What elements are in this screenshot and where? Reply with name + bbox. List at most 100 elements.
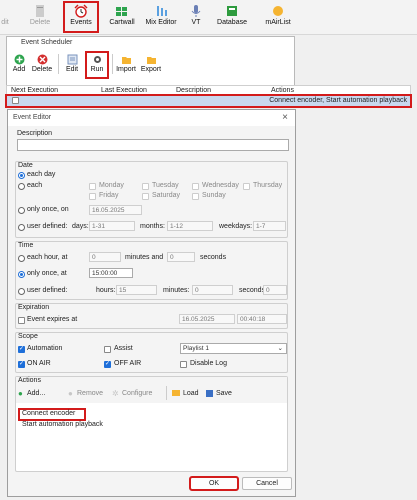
only-once-time-input[interactable]: 15:00:00	[89, 268, 133, 278]
plus-icon: ●	[18, 389, 23, 398]
toolbar-separator	[58, 54, 59, 74]
weekdays-input[interactable]: 1-7	[253, 221, 286, 231]
save-icon	[206, 390, 213, 397]
export-button[interactable]: Export	[139, 52, 163, 78]
alarm-clock-icon	[74, 4, 88, 18]
column-last-execution[interactable]: Last Execution	[101, 87, 147, 94]
edit-button[interactable]: dit	[0, 2, 16, 32]
event-enabled-checkbox[interactable]	[12, 97, 19, 104]
events-button[interactable]: Events	[63, 1, 99, 33]
disable-log-checkbox[interactable]	[180, 361, 187, 368]
user-defined-date-radio[interactable]	[18, 224, 25, 231]
mairlist-button[interactable]: mAirList	[258, 2, 298, 32]
folder-icon	[121, 57, 131, 64]
assist-checkbox[interactable]	[104, 346, 111, 353]
monday-checkbox[interactable]	[89, 183, 96, 190]
each-hour-radio[interactable]	[18, 255, 25, 262]
time-section-label: Time	[18, 242, 34, 249]
vt-button[interactable]: VT	[182, 2, 210, 32]
remove-icon: ●	[68, 389, 73, 398]
mix-editor-icon	[157, 6, 167, 16]
folder-icon	[172, 390, 180, 396]
action-item[interactable]: Start automation playback	[19, 420, 139, 431]
each-day-radio[interactable]	[18, 172, 25, 179]
editor-title-bar: Event Editor ×	[8, 110, 295, 126]
time-section: Time each hour, at 0 minutes and 0 secon…	[15, 241, 288, 300]
event-list-header: Next Execution Last Execution Descriptio…	[6, 85, 411, 95]
hours-input[interactable]: 15	[116, 285, 157, 295]
add-action-button[interactable]: ● Add...	[18, 389, 58, 400]
configure-action-button[interactable]: ✲ Configure	[112, 389, 162, 400]
remove-action-button[interactable]: ● Remove	[68, 389, 108, 400]
date-section: Date each day each Monday Tuesday Wednes…	[15, 161, 288, 238]
only-once-date-radio[interactable]	[18, 207, 25, 214]
scheduler-toolbar: Add Delete Edit Run Import Export	[7, 50, 294, 80]
delete-icon	[36, 5, 44, 17]
automation-checkbox[interactable]	[18, 345, 25, 353]
date-section-label: Date	[18, 162, 33, 169]
months-input[interactable]: 1-12	[167, 221, 213, 231]
folder-icon	[146, 57, 156, 64]
each-hour-seconds-input[interactable]: 0	[167, 252, 195, 262]
description-input[interactable]	[17, 139, 289, 151]
add-event-button[interactable]: Add	[10, 52, 28, 78]
each-weekday-radio[interactable]	[18, 183, 25, 190]
event-expires-checkbox[interactable]	[18, 317, 25, 324]
only-once-time-radio[interactable]	[18, 271, 25, 278]
load-actions-button[interactable]: Load	[172, 389, 202, 400]
minutes-input[interactable]: 0	[192, 285, 233, 295]
delete-icon	[37, 54, 47, 65]
days-input[interactable]: 1-31	[89, 221, 135, 231]
only-once-date-picker[interactable]: 16.05.2025	[89, 205, 142, 215]
save-actions-button[interactable]: Save	[206, 389, 236, 400]
saturday-checkbox[interactable]	[142, 193, 149, 200]
import-button[interactable]: Import	[115, 52, 137, 78]
mix-editor-button[interactable]: Mix Editor	[140, 2, 182, 32]
off-air-checkbox[interactable]	[104, 360, 111, 368]
main-toolbar: dit Delete Events Cartwall Mix Editor VT…	[0, 0, 417, 35]
expiration-date-picker[interactable]: 16.05.2025	[179, 314, 235, 324]
on-air-checkbox[interactable]	[18, 360, 25, 368]
database-icon	[227, 6, 237, 16]
delete-event-button[interactable]: Delete	[29, 52, 55, 78]
gear-icon: ✲	[112, 389, 119, 398]
friday-checkbox[interactable]	[89, 193, 96, 200]
edit-event-button[interactable]: Edit	[62, 52, 82, 78]
column-actions[interactable]: Actions	[271, 87, 294, 94]
cartwall-icon	[116, 7, 127, 16]
tuesday-checkbox[interactable]	[142, 183, 149, 190]
cancel-button[interactable]: Cancel	[242, 477, 292, 490]
event-row[interactable]: Connect encoder, Start automation playba…	[5, 94, 412, 108]
playlist-select[interactable]: Playlist 1 ⌄	[180, 343, 287, 354]
microphone-icon	[191, 5, 201, 17]
gear-icon	[93, 56, 101, 63]
delete-button[interactable]: Delete	[22, 2, 58, 32]
actions-section: Actions ● Add... ● Remove ✲ Configure Lo…	[15, 376, 288, 472]
cartwall-button[interactable]: Cartwall	[104, 2, 140, 32]
toolbar-separator	[112, 54, 113, 74]
run-event-button[interactable]: Run	[85, 51, 109, 79]
column-description[interactable]: Description	[176, 87, 211, 94]
wednesday-checkbox[interactable]	[192, 183, 199, 190]
expiration-time-input[interactable]: 00:40:18	[237, 314, 287, 324]
database-button[interactable]: Database	[214, 2, 250, 32]
ok-button[interactable]: OK	[189, 476, 239, 491]
user-defined-time-radio[interactable]	[18, 288, 25, 295]
edit-icon	[0, 4, 5, 18]
plus-icon	[14, 54, 24, 65]
scheduler-title-bar: Event Scheduler	[7, 37, 294, 49]
each-hour-minutes-input[interactable]: 0	[89, 252, 121, 262]
seconds-input[interactable]: 0	[263, 285, 287, 295]
sunday-checkbox[interactable]	[192, 193, 199, 200]
event-row-actions: Connect encoder, Start automation playba…	[269, 97, 407, 104]
thursday-checkbox[interactable]	[243, 183, 250, 190]
column-next-execution[interactable]: Next Execution	[11, 87, 58, 94]
chevron-down-icon: ⌄	[277, 345, 283, 352]
description-label: Description	[17, 130, 53, 137]
expiration-section: Expiration Event expires at 16.05.2025 0…	[15, 303, 288, 329]
close-icon[interactable]: ×	[282, 112, 288, 123]
action-item[interactable]: Connect encoder	[18, 408, 86, 421]
scope-section: Scope Automation Assist Playlist 1 ⌄ ON …	[15, 332, 288, 373]
event-editor-dialog: Event Editor × Description Date each day…	[7, 109, 296, 497]
edit-icon	[67, 54, 77, 65]
